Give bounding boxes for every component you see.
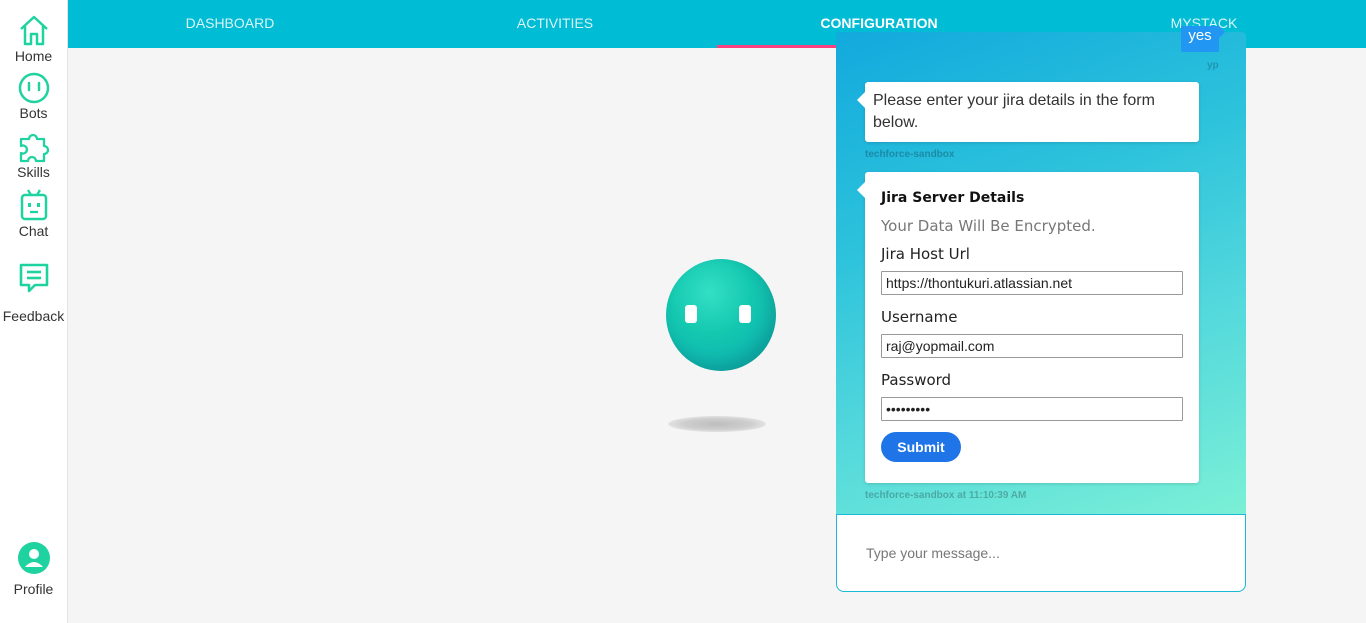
- tab-dashboard[interactable]: DASHBOARD: [186, 0, 275, 48]
- sidebar-item-label: Skills: [17, 164, 50, 180]
- tab-activities[interactable]: ACTIVITIES: [517, 0, 593, 48]
- jira-form-card: Jira Server Details Your Data Will Be En…: [857, 172, 1199, 483]
- chat-panel: yes yp Please enter your jira details in…: [836, 26, 1246, 515]
- host-url-label: Jira Host Url: [881, 245, 970, 263]
- sidebar-item-label: Profile: [13, 581, 54, 597]
- sidebar-item-home[interactable]: Home: [0, 13, 67, 64]
- robot-icon: [20, 189, 47, 221]
- form-title: Jira Server Details: [881, 190, 1025, 206]
- sidebar-item-label: Home: [14, 48, 53, 64]
- sidebar: Home Bots Skills Chat Feedback Profile: [0, 0, 68, 623]
- password-field[interactable]: •••••••••: [881, 397, 1183, 421]
- home-icon: [19, 15, 48, 46]
- sidebar-item-label: Bots: [19, 105, 48, 121]
- puzzle-icon: [19, 133, 49, 163]
- password-label: Password: [881, 371, 952, 389]
- sidebar-item-profile[interactable]: Profile: [0, 541, 67, 597]
- sidebar-item-chat[interactable]: Chat: [0, 188, 67, 239]
- bot-shadow: [668, 416, 766, 432]
- message-input-placeholder: Type your message...: [866, 545, 1000, 561]
- user-message-bubble: yes: [1181, 26, 1225, 52]
- message-sender-timestamp: techforce-sandbox at 11:10:39 AM: [865, 490, 1027, 501]
- host-url-field[interactable]: https://thontukuri.atlassian.net: [881, 271, 1183, 295]
- sidebar-item-label: Feedback: [2, 308, 65, 324]
- user-tag: yp: [1207, 60, 1219, 71]
- message-input[interactable]: Type your message...: [836, 514, 1246, 592]
- sidebar-item-label: Chat: [18, 223, 49, 239]
- sidebar-item-skills[interactable]: Skills: [0, 131, 67, 180]
- bot-face-icon: [18, 72, 49, 104]
- message-sender: techforce-sandbox: [865, 149, 955, 160]
- submit-button[interactable]: Submit: [881, 432, 961, 462]
- sidebar-item-feedback[interactable]: Feedback: [0, 261, 67, 324]
- bot-eye-right: [739, 305, 751, 323]
- sidebar-item-bots[interactable]: Bots: [0, 72, 67, 121]
- bot-message-bubble: Please enter your jira details in the fo…: [857, 82, 1199, 142]
- username-label: Username: [881, 308, 958, 326]
- username-field[interactable]: raj@yopmail.com: [881, 334, 1183, 358]
- bot-eye-left: [685, 305, 697, 323]
- profile-icon: [17, 542, 50, 574]
- form-subtitle: Your Data Will Be Encrypted.: [881, 217, 1096, 235]
- feedback-icon: [19, 263, 48, 293]
- bot-avatar: [666, 259, 776, 371]
- active-tab-indicator: [717, 45, 837, 48]
